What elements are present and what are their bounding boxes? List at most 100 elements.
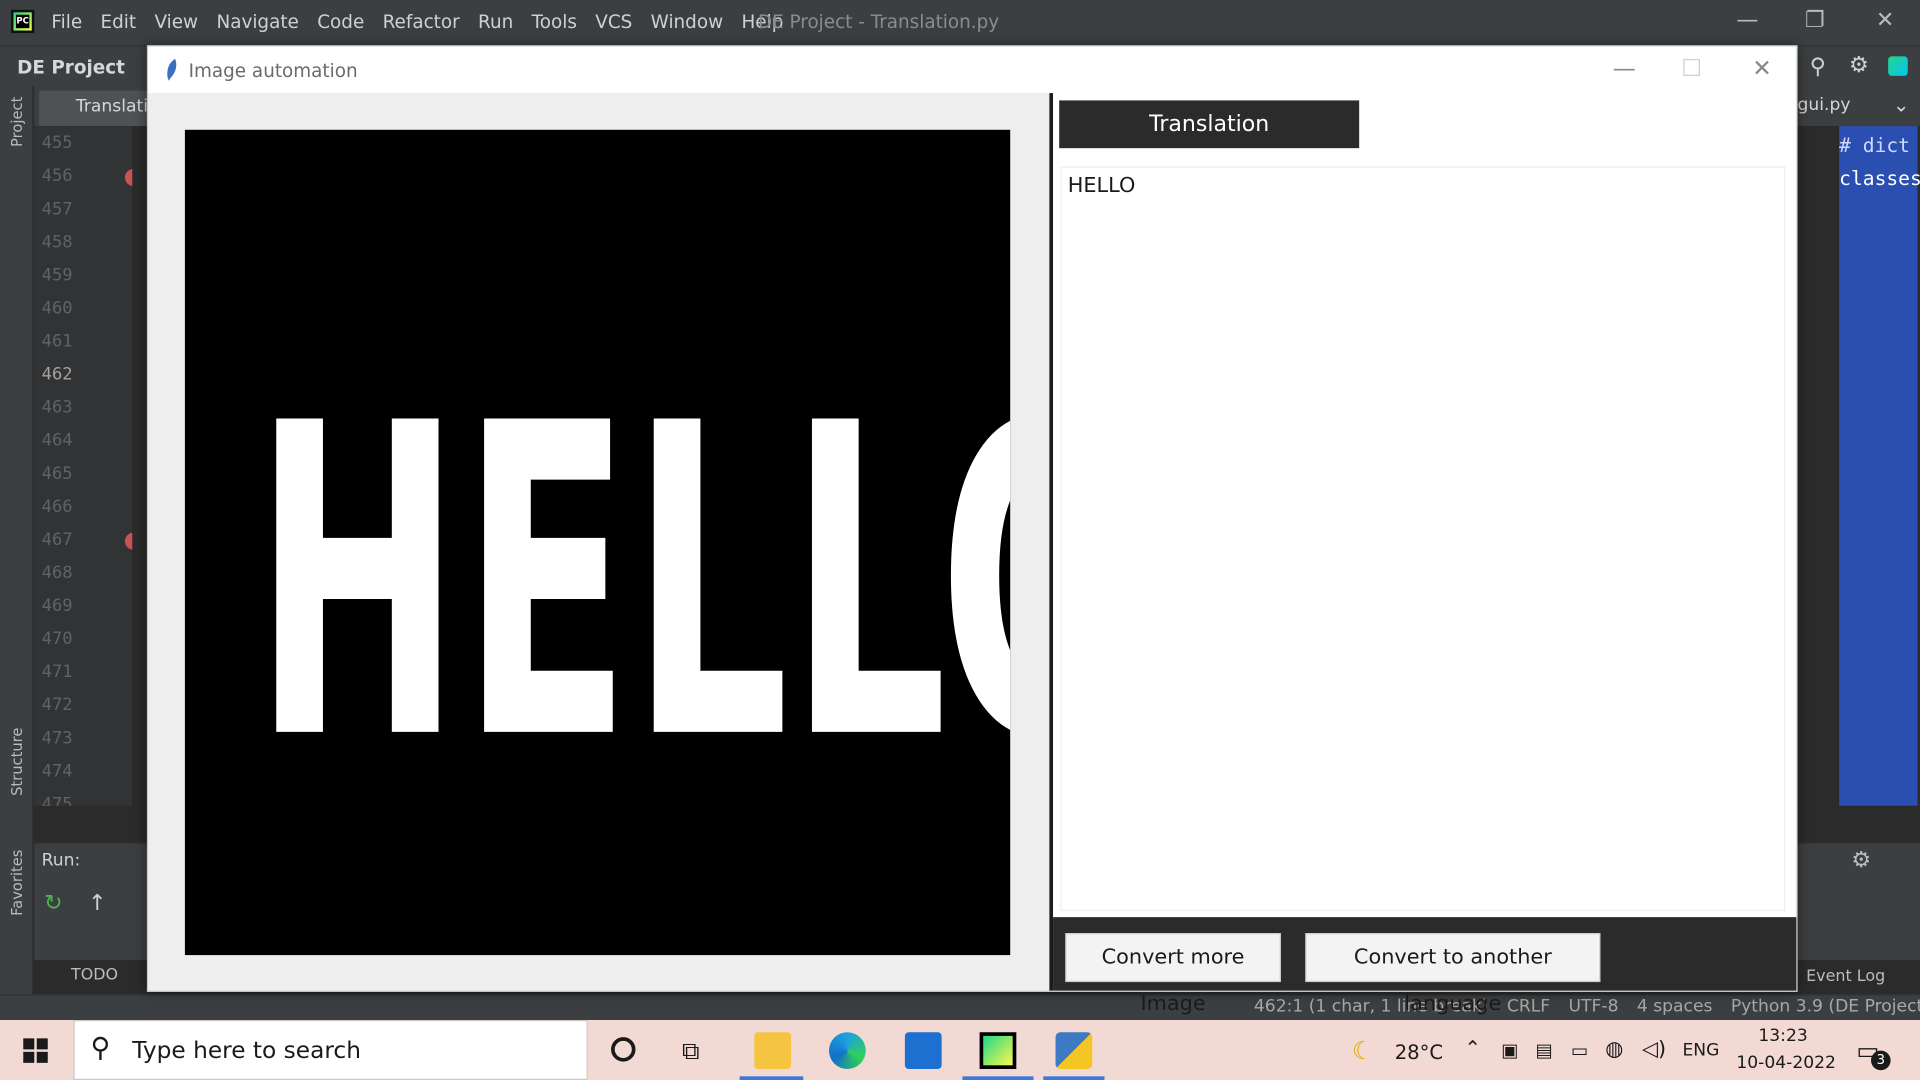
ide-menu-bar: File Edit View Navigate Code Refactor Ru…	[51, 11, 801, 33]
rerun-icon[interactable]: ↻	[44, 890, 62, 916]
line-separator[interactable]: CRLF	[1507, 997, 1550, 1017]
line-number: 471	[41, 662, 73, 683]
line-number: 464	[41, 431, 73, 451]
line-number: 465	[41, 464, 73, 484]
menu-view[interactable]: View	[154, 11, 198, 33]
image-text: HELLO	[253, 335, 1010, 835]
restore-icon[interactable]: ❐	[1805, 7, 1825, 33]
search-icon[interactable]: ⚲	[1810, 54, 1826, 80]
editor-tab-translation[interactable]: Translatio	[39, 90, 162, 127]
task-view-icon[interactable]: ⧉	[682, 1036, 699, 1065]
active-indicator	[739, 1076, 804, 1080]
weather-temperature[interactable]: 28°C	[1395, 1041, 1443, 1064]
indent-setting[interactable]: 4 spaces	[1637, 997, 1713, 1017]
input-image: HELLO	[184, 129, 1011, 956]
display-icon[interactable]: ▤	[1536, 1040, 1553, 1062]
mail-icon[interactable]	[904, 1032, 942, 1069]
battery-icon[interactable]: ▭	[1571, 1040, 1588, 1062]
weather-moon-icon[interactable]: ☾	[1352, 1036, 1374, 1065]
line-number: 458	[41, 232, 73, 253]
line-number: 455	[41, 133, 73, 154]
gear-icon[interactable]: ⚙	[1849, 53, 1869, 79]
volume-icon[interactable]: ◁)	[1642, 1037, 1666, 1061]
menu-refactor[interactable]: Refactor	[383, 11, 460, 33]
jetbrains-icon[interactable]	[1888, 56, 1908, 76]
network-icon[interactable]: ◍	[1605, 1037, 1623, 1061]
code-visible-fragment[interactable]: # dict classes	[1839, 126, 1920, 806]
ide-statusbar: 462:1 (1 char, 1 line break) CRLF UTF-8 …	[0, 994, 1920, 1021]
convert-more-image-button[interactable]: Convert more Image	[1065, 933, 1281, 1016]
breadcrumb-project[interactable]: DE Project	[17, 56, 125, 78]
line-number: 463	[41, 397, 73, 418]
favorites-tool-label[interactable]: Favorites	[9, 850, 26, 916]
todo-tool-tab[interactable]: TODO	[71, 966, 118, 984]
line-number: 459	[41, 265, 73, 286]
menu-tools[interactable]: Tools	[532, 11, 577, 33]
line-number: 469	[41, 596, 73, 616]
line-number: 472	[41, 695, 73, 716]
line-number: 461	[41, 331, 73, 352]
active-indicator	[1043, 1076, 1105, 1080]
close-icon[interactable]: ✕	[1876, 7, 1894, 33]
line-number: 475	[41, 794, 73, 806]
line-number: 470	[41, 629, 73, 649]
line-number: 457	[41, 199, 73, 220]
chevron-up-icon[interactable]: ⌃	[1464, 1036, 1480, 1059]
menu-code[interactable]: Code	[317, 11, 364, 33]
file-encoding[interactable]: UTF-8	[1569, 997, 1619, 1017]
maximize-icon[interactable]: ☐	[1681, 55, 1702, 82]
menu-vcs[interactable]: VCS	[595, 11, 632, 33]
pycharm-taskbar-icon[interactable]	[979, 1032, 1017, 1069]
dialog-title: Image automation	[188, 60, 358, 83]
clock-date[interactable]: 10-04-2022	[1736, 1053, 1836, 1073]
line-number: 456	[41, 166, 73, 187]
line-number: 473	[41, 728, 73, 749]
editor-tab-gui[interactable]: gui.py	[1798, 96, 1851, 116]
minimize-icon[interactable]: —	[1736, 7, 1758, 33]
notification-count-badge: 3	[1871, 1050, 1891, 1071]
windows-start-icon[interactable]	[23, 1038, 48, 1063]
convert-language-button[interactable]: Convert to another language	[1305, 933, 1601, 1016]
menu-edit[interactable]: Edit	[101, 11, 137, 33]
input-language[interactable]: ENG	[1682, 1041, 1719, 1061]
project-tool-label[interactable]: Project	[9, 97, 26, 147]
python-interpreter[interactable]: Python 3.9 (DE Project)	[1731, 997, 1920, 1017]
event-log-tab[interactable]: Event Log	[1806, 967, 1885, 985]
line-number: 474	[41, 761, 73, 782]
ide-window-title: DE Project - Translation.py	[757, 11, 1000, 34]
menu-window[interactable]: Window	[651, 11, 723, 33]
menu-run[interactable]: Run	[478, 11, 513, 33]
code-keyword: classes	[1839, 166, 1920, 190]
line-number: 467	[41, 530, 73, 550]
translation-output-text: HELLO	[1067, 173, 1136, 199]
feather-icon	[167, 58, 177, 81]
file-explorer-icon[interactable]	[754, 1032, 792, 1069]
cortana-icon[interactable]	[611, 1037, 636, 1062]
search-icon: ⚲	[90, 1033, 111, 1065]
close-icon[interactable]: ✕	[1752, 55, 1771, 82]
line-number: 466	[41, 497, 73, 517]
gear-icon[interactable]: ⚙	[1851, 847, 1871, 873]
menu-navigate[interactable]: Navigate	[216, 11, 298, 33]
edge-browser-icon[interactable]	[828, 1032, 866, 1069]
taskbar-search-placeholder: Type here to search	[132, 1037, 361, 1065]
line-number: 468	[41, 563, 73, 583]
minimize-icon[interactable]: —	[1613, 55, 1636, 82]
line-number: 460	[41, 298, 73, 319]
arrow-up-icon[interactable]: ↑	[88, 890, 106, 916]
clock-time[interactable]: 13:23	[1758, 1026, 1807, 1046]
code-comment: # dict	[1839, 133, 1910, 157]
structure-tool-label[interactable]: Structure	[9, 728, 26, 796]
translation-header: Translation	[1059, 100, 1360, 149]
menu-file[interactable]: File	[51, 11, 82, 33]
dialog-titlebar: Image automation — ☐ ✕	[148, 46, 1797, 94]
left-tool-strip: Project Structure Favorites	[0, 85, 34, 995]
python-taskbar-icon[interactable]	[1055, 1032, 1093, 1069]
chevron-down-icon[interactable]: ⌄	[1893, 93, 1909, 116]
status-items: 462:1 (1 char, 1 line break) CRLF UTF-8 …	[1254, 997, 1920, 1017]
run-label: Run:	[41, 851, 81, 871]
active-indicator	[962, 1076, 1034, 1080]
translation-output-box[interactable]	[1060, 166, 1786, 912]
meet-icon[interactable]: ▣	[1501, 1040, 1518, 1062]
line-gutter: 455 456 457 458 459 460 461 462 463 464 …	[34, 126, 143, 806]
